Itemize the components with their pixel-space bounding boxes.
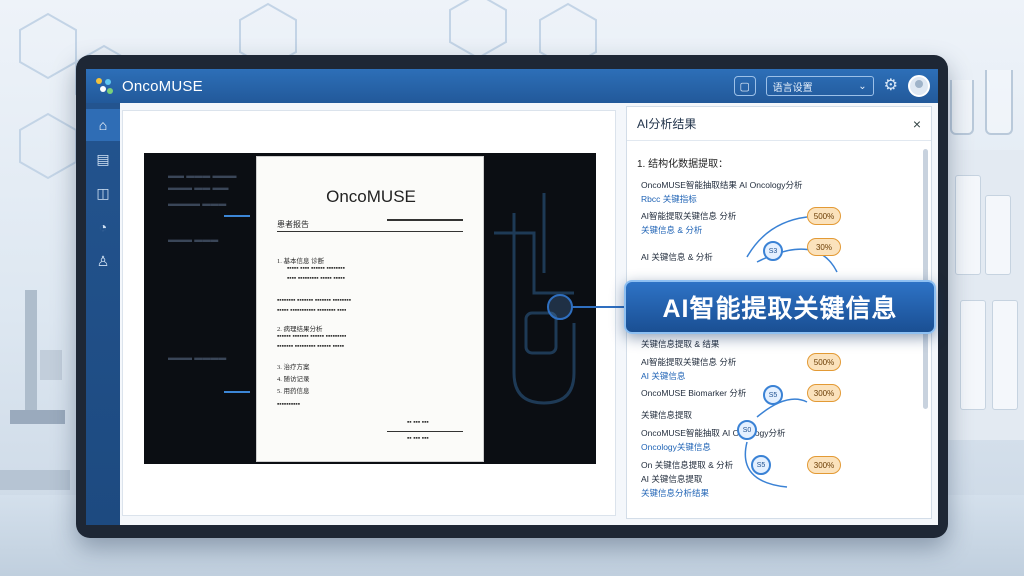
result-row: AI 关键信息提取 [641, 474, 703, 484]
value-pill: 30% [807, 238, 841, 256]
report-text-line: ▪▪▪▪▪▪▪▪ ▪▪▪▪▪▪▪ ▪▪▪▪▪▪▪ ▪▪▪▪▪▪▪▪ [277, 297, 352, 304]
ghost-text: ▬▬▬▬ ▬▬▬ [168, 199, 227, 208]
chevron-down-icon: ⌄ [858, 80, 867, 92]
result-row: Rbcc 关键指标 [641, 194, 697, 204]
scanned-report-page: OncoMUSE 患者报告 1. 基本信息 诊断 ▪▪▪▪▪ ▪▪▪▪ ▪▪▪▪… [256, 156, 484, 462]
report-text-line: ▪▪▪▪▪ ▪▪▪▪ ▪▪▪▪▪▪ ▪▪▪▪▪▪▪▪ [287, 265, 345, 272]
entity-node: S5 [751, 455, 771, 475]
entity-node: S5 [763, 385, 783, 405]
report-text-line: ▪▪▪▪▪▪▪▪▪▪ [277, 401, 301, 408]
background-binder [992, 300, 1018, 410]
ghost-text: ▬▬▬ ▬▬▬ [168, 235, 219, 244]
report-rule [387, 431, 463, 432]
sidebar: ⌂ ▤ ◫ ◔ ♙ [86, 103, 120, 525]
report-header-left: 患者报告 [277, 220, 309, 229]
result-row: Oncology关键信息 [641, 442, 711, 452]
avatar[interactable] [908, 75, 930, 97]
result-row: AI 关键信息 [641, 371, 686, 381]
report-rule [387, 219, 463, 221]
language-select-label: 语言设置 [772, 82, 813, 94]
result-row: AI智能提取关键信息 分析 [641, 211, 737, 221]
screen-button[interactable]: ▢ [733, 76, 756, 96]
top-bar-controls: ▢ 语言设置 ⌄ ⚙ [733, 75, 930, 97]
logo-icon [94, 76, 114, 96]
panel-title: AI分析结果 [637, 117, 697, 131]
background-binder [960, 300, 986, 410]
result-row: On 关键信息提取 & 分析 [641, 460, 734, 470]
report-text-line: ▪▪▪▪ ▪▪▪▪▪▪▪▪▪ ▪▪▪▪▪ ▪▪▪▪▪ [287, 275, 345, 282]
ghost-text: ▬▬ ▬▬▬ ▬▬▬ [168, 171, 237, 180]
entity-node: S3 [763, 241, 783, 261]
value-pill: 300% [807, 456, 841, 474]
records-icon: ◫ [96, 184, 110, 201]
report-signature: ▪▪ ▪▪▪ ▪▪▪ [407, 435, 429, 442]
gear-icon[interactable]: ⚙ [884, 78, 898, 94]
callout-anchor-dot [547, 294, 573, 320]
value-pill: 300% [807, 384, 841, 402]
report-list-item: 4. 随访记录 [277, 376, 310, 383]
sidebar-item-documents[interactable]: ▤ [86, 143, 120, 175]
report-list-item: 2. 病理结果分析 [277, 326, 323, 333]
result-row: 关键信息提取 & 结果 [641, 339, 720, 349]
background-binder [985, 195, 1011, 275]
ghost-text: ▬▬▬ ▬▬ ▬▬ [168, 183, 229, 192]
report-rule [277, 231, 463, 232]
screen-icon: ▢ [739, 80, 750, 93]
value-pill: 500% [807, 353, 841, 371]
circuit-graphic [494, 193, 576, 405]
report-list-item: 3. 治疗方案 [277, 364, 310, 371]
report-text-line: ▪▪▪▪▪ ▪▪▪▪▪▪▪▪▪▪▪ ▪▪▪▪▪▪▪▪ ▪▪▪▪ [277, 307, 347, 314]
report-signature: ▪▪ ▪▪▪ ▪▪▪ [407, 419, 429, 426]
panel-subtitle: 1. 结构化数据提取： [637, 159, 729, 170]
analytics-icon: ◔ [98, 219, 108, 235]
report-text-line: ▪▪▪▪▪▪ ▪▪▪▪▪▪▪ ▪▪▪▪▪▪ ▪▪▪▪▪▪▪▪▪ [277, 333, 347, 340]
report-list-item: 1. 基本信息 诊断 [277, 258, 325, 265]
panel-header: AI分析结果 × [627, 107, 931, 141]
home-icon: ⌂ [98, 117, 108, 133]
left-pointer-line [224, 391, 250, 393]
sidebar-item-home[interactable]: ⌂ [86, 109, 120, 141]
background-beaker [950, 80, 974, 135]
language-select[interactable]: 语言设置 ⌄ [765, 76, 874, 96]
sidebar-item-user[interactable]: ♙ [86, 245, 120, 277]
document-scan-view: ▬▬ ▬▬▬ ▬▬▬ ▬▬▬ ▬▬ ▬▬ ▬▬▬▬ ▬▬▬ ▬▬▬ ▬▬▬ ▬▬… [144, 153, 596, 464]
background-beaker [985, 70, 1013, 135]
report-text-line: ▪▪▪▪▪▪▪ ▪▪▪▪▪▪▪▪▪ ▪▪▪▪▪▪ ▪▪▪▪▪ [277, 343, 345, 350]
report-list-item: 5. 用药信息 [277, 388, 310, 395]
sidebar-item-analytics[interactable]: ◔ [86, 211, 120, 243]
background-binder [955, 175, 981, 275]
ghost-text: ▬▬▬ ▬▬▬▬ [168, 353, 227, 362]
entity-node: S0 [737, 420, 757, 440]
report-title: OncoMUSE [326, 187, 416, 206]
result-row: 关键信息 & 分析 [641, 225, 703, 235]
callout-banner: AI智能提取关键信息 [624, 280, 936, 334]
user-icon: ♙ [96, 252, 110, 269]
result-row: AI 关键信息 & 分析 [641, 252, 713, 262]
result-row: 关键信息提取 [641, 410, 693, 420]
result-row: OncoMUSE智能抽取结果 AI Oncology分析 [641, 180, 803, 190]
value-pill: 500% [807, 207, 841, 225]
microscope-image [0, 290, 70, 490]
document-icon: ▤ [96, 150, 110, 167]
callout-text: AI智能提取关键信息 [662, 295, 898, 323]
close-icon[interactable]: × [913, 116, 921, 132]
sidebar-item-records[interactable]: ◫ [86, 177, 120, 209]
result-row: AI智能提取关键信息 分析 [641, 357, 737, 367]
callout-connector [572, 306, 630, 308]
result-row: 关键信息分析结果 [641, 488, 710, 498]
app-title: OncoMUSE [122, 77, 203, 95]
top-bar: OncoMUSE ▢ 语言设置 ⌄ ⚙ [86, 69, 938, 103]
left-pointer-line [224, 215, 250, 217]
